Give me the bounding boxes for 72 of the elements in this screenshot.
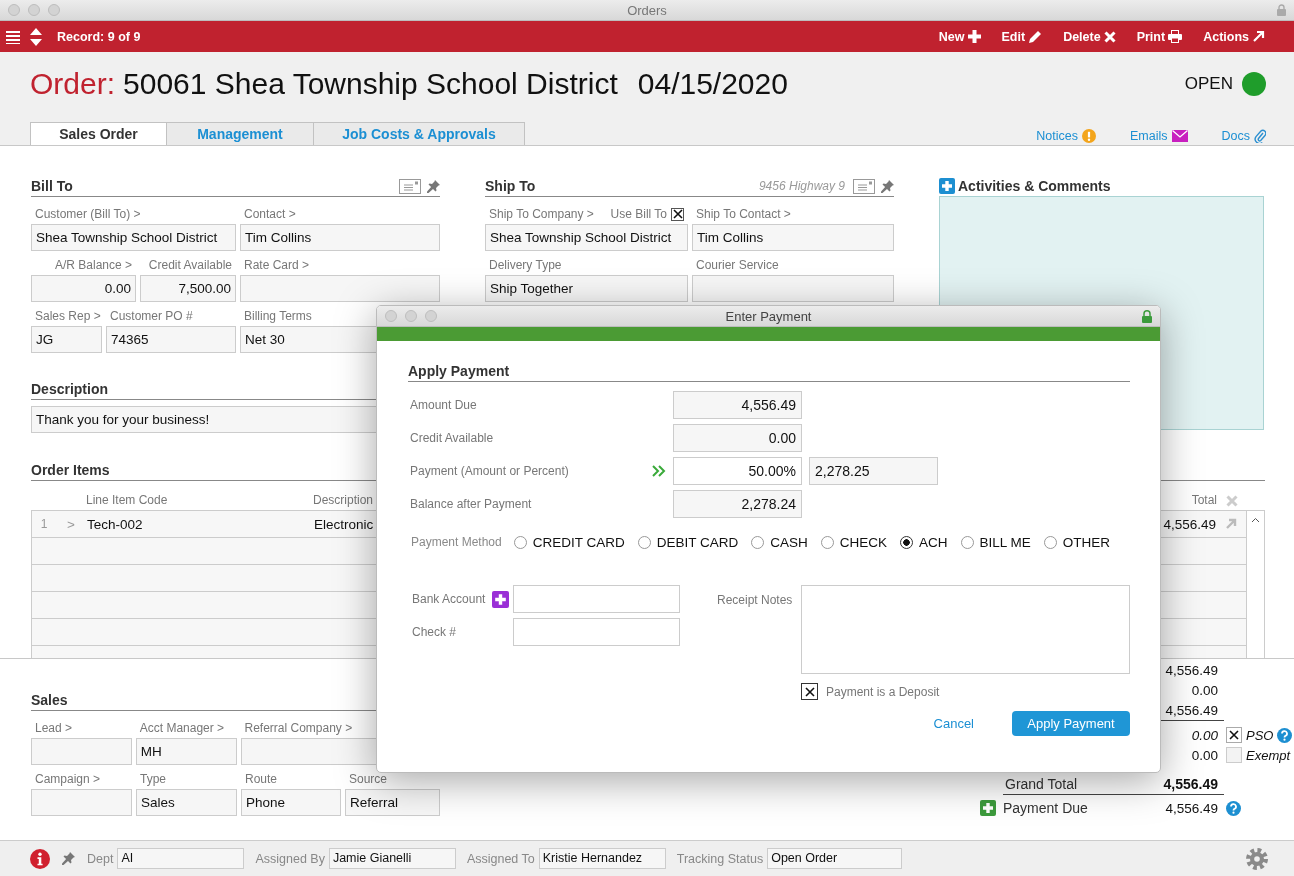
field-label: Contact > [244, 207, 296, 221]
field-label: Rate Card > [244, 258, 310, 272]
total-value: 0.00 [1191, 682, 1218, 698]
field-label: Credit Available [148, 258, 232, 272]
field-label: A/R Balance > [54, 258, 132, 272]
option-label: OTHER [1062, 534, 1111, 550]
total-value: 4,556.49 [1163, 776, 1218, 792]
option-label: PSO [1246, 727, 1274, 743]
checkbox-label: Payment is a Deposit [826, 684, 940, 699]
field-label: Assigned To [466, 851, 535, 866]
record-counter: Record: 9 of 9 [57, 29, 141, 44]
field-label: Route [245, 772, 278, 786]
field-label: Source [349, 772, 388, 786]
section-title: Bill To [31, 178, 73, 194]
total-value: 4,556.49 [1165, 800, 1218, 816]
total-value: 4,556.49 [1165, 662, 1218, 678]
field-label: Acct Manager > [139, 721, 225, 735]
section-title: Sales [31, 692, 68, 708]
section-title: Activities & Comments [958, 178, 1111, 194]
total-value: 4,556.49 [1165, 702, 1218, 718]
field-label: Courier Service [696, 258, 779, 272]
order-name: 50061 Shea Township School District [123, 67, 618, 101]
field-label: Customer (Bill To) > [35, 207, 141, 221]
dialog-title: Enter Payment [725, 308, 812, 324]
field-label: Balance after Payment [409, 497, 533, 511]
section-title: Ship To [485, 178, 536, 194]
field-label: Ship To Company > [489, 207, 594, 221]
field-label: Customer PO # [110, 309, 193, 323]
option-label: CASH [770, 534, 808, 550]
total-value: 0.00 [1191, 727, 1218, 743]
column-header: Description [313, 493, 374, 507]
option-label: BILL ME [979, 534, 1031, 550]
table-cell-text: Electronic [314, 516, 375, 532]
field-label: Billing Terms [244, 309, 312, 323]
option-label: ACH [919, 534, 948, 550]
table-cell-text: 4,556.49 [1162, 516, 1216, 532]
order-label: Order: [30, 67, 116, 101]
option-label: CREDIT CARD [532, 534, 625, 550]
field-label: Dept [87, 851, 114, 866]
column-header: Total [1191, 493, 1217, 507]
field-label: Sales Rep > [35, 309, 101, 323]
window-title: Orders [627, 2, 667, 18]
section-title: Order Items [31, 462, 110, 478]
field-label: Credit Available [409, 431, 495, 445]
column-header: Line Item Code [86, 493, 168, 507]
field-label: Delivery Type [489, 258, 562, 272]
field-label: Type [140, 772, 166, 786]
ship-address: 9456 Highway 9 [758, 179, 845, 193]
option-label: DEBIT CARD [656, 534, 739, 550]
field-label: Tracking Status [676, 851, 764, 866]
option-label: Exempt [1246, 747, 1291, 763]
status-label: OPEN [1184, 74, 1233, 94]
total-label: Grand Total [1005, 776, 1078, 792]
table-cell-text: Tech-002 [86, 516, 144, 532]
field-label: Bank Account [411, 592, 487, 606]
field-label: Check # [411, 625, 458, 639]
field-label: Payment (Amount or Percent) [409, 464, 570, 478]
section-title: Description [31, 381, 108, 397]
field-label: Assigned By [255, 851, 325, 866]
field-label: Use Bill To [610, 207, 667, 221]
field-label: Campaign > [35, 772, 101, 786]
field-label: Referral Company > [244, 721, 353, 735]
field-label: Payment Method [411, 535, 502, 549]
field-label: Lead > [35, 721, 73, 735]
section-title: Apply Payment [408, 362, 510, 379]
total-value: 0.00 [1191, 747, 1218, 763]
row-number: 1 [39, 517, 49, 531]
field-label: Ship To Contact > [696, 207, 791, 221]
option-label: CHECK [839, 534, 888, 550]
order-date: 04/15/2020 [637, 67, 788, 101]
total-label: Payment Due [1003, 800, 1088, 816]
field-label: Receipt Notes [717, 592, 794, 609]
